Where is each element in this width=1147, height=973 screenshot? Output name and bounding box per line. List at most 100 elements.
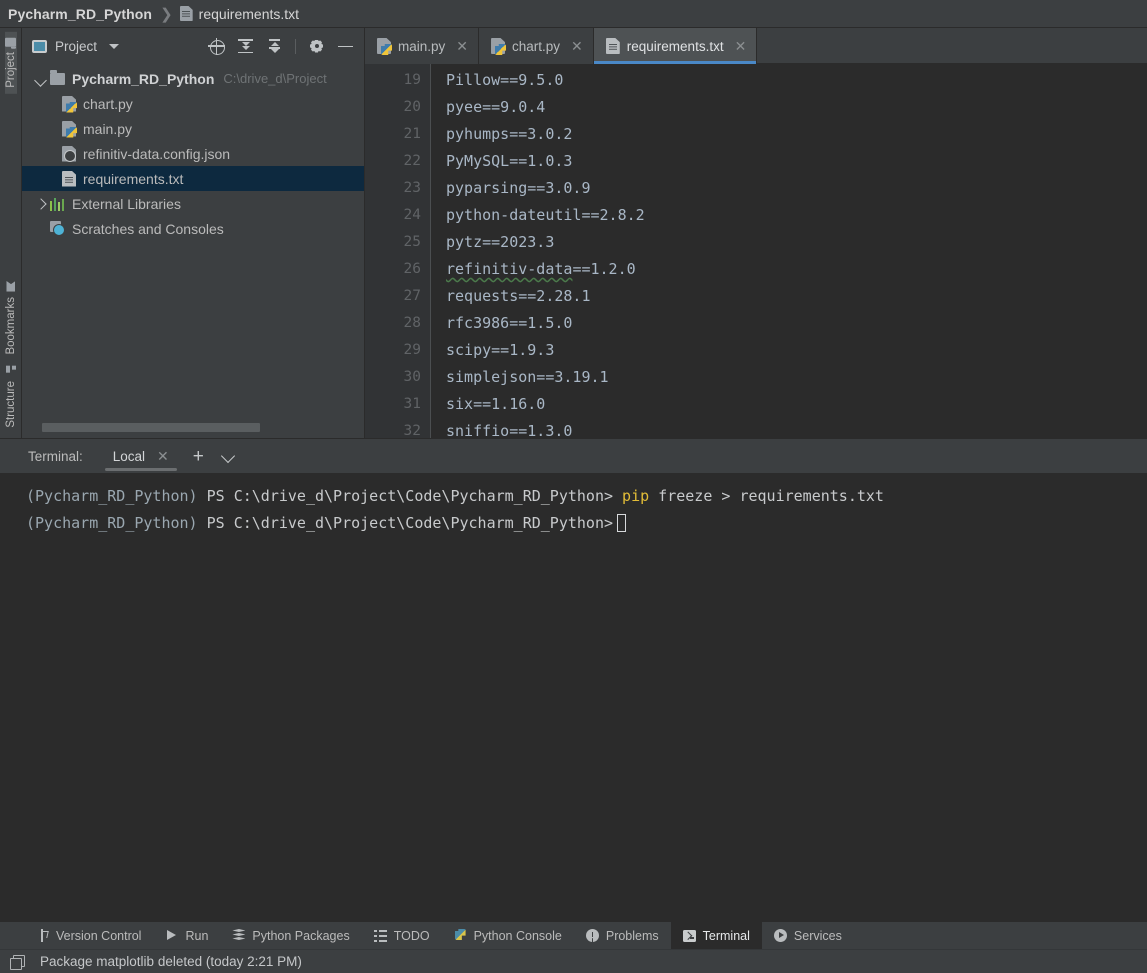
sidebar-item-structure[interactable]: Structure <box>5 360 17 434</box>
sidebar-item-bookmarks[interactable]: Bookmarks <box>5 275 17 361</box>
project-panel-header: Project <box>22 28 364 64</box>
tree-item-requirements-txt[interactable]: requirements.txt <box>22 166 364 191</box>
tool-button-run[interactable]: Run <box>153 922 220 949</box>
scrollbar-thumb[interactable] <box>42 423 260 432</box>
terminal-env: (Pycharm_RD_Python) <box>26 487 198 505</box>
target-icon[interactable] <box>208 38 225 55</box>
chevron-down-icon[interactable] <box>222 450 234 462</box>
plus-icon[interactable]: + <box>193 447 204 466</box>
minus-icon[interactable] <box>337 38 354 55</box>
python-file-icon <box>62 121 76 137</box>
terminal-cursor <box>617 514 626 532</box>
project-horizontal-scrollbar[interactable] <box>22 420 364 438</box>
terminal-space <box>225 487 234 505</box>
close-icon[interactable]: ✕ <box>456 39 468 53</box>
folder-icon <box>50 73 65 85</box>
code-line: Pillow==9.5.0 <box>446 67 1147 94</box>
line-number: 22 <box>365 148 421 175</box>
collapse-all-icon[interactable] <box>266 38 283 55</box>
tool-button-python-packages[interactable]: Python Packages <box>220 922 361 949</box>
code-line: scipy==1.9.3 <box>446 337 1147 364</box>
gear-icon[interactable] <box>308 38 325 55</box>
terminal-shell: PS <box>207 514 225 532</box>
breadcrumb-project[interactable]: Pycharm_RD_Python <box>8 6 152 22</box>
tool-button-todo[interactable]: TODO <box>362 922 442 949</box>
tab-label: main.py <box>398 39 445 54</box>
chevron-collapsed-icon[interactable] <box>34 197 48 211</box>
close-icon[interactable]: ✕ <box>571 39 583 53</box>
left-tool-stripe: Project Bookmarks Structure <box>0 28 22 438</box>
status-message: Package matplotlib deleted (today 2:21 P… <box>40 954 302 969</box>
toolbar-divider <box>295 39 296 54</box>
expand-all-icon[interactable] <box>237 38 254 55</box>
terminal-session-tab-local[interactable]: Local ✕ <box>103 439 179 473</box>
main-body: Project Bookmarks Structure Project <box>0 28 1147 438</box>
tree-item-external-libraries[interactable]: External Libraries <box>22 191 364 216</box>
tool-window-bar: Version Control Run Python Packages TODO… <box>0 921 1147 949</box>
line-number: 32 <box>365 418 421 438</box>
tool-button-terminal[interactable]: Terminal <box>671 922 762 949</box>
project-panel-title: Project <box>55 39 97 54</box>
python-file-icon <box>377 38 391 54</box>
chevron-down-icon[interactable] <box>109 44 119 49</box>
tab-main-py[interactable]: main.py ✕ <box>365 28 479 64</box>
tool-button-problems[interactable]: Problems <box>574 922 671 949</box>
terminal-space <box>198 487 207 505</box>
tool-button-label: Run <box>185 929 208 943</box>
packages-icon <box>232 929 245 942</box>
scratches-icon <box>50 221 65 236</box>
code-line-warning: refinitiv-data==1.2.0 <box>446 256 1147 283</box>
tool-button-services[interactable]: Services <box>762 922 854 949</box>
structure-icon <box>6 366 16 376</box>
tree-item-path-hint: C:\drive_d\Project <box>223 71 326 86</box>
library-icon <box>50 197 65 211</box>
code-line: PyMySQL==1.0.3 <box>446 148 1147 175</box>
text-file-icon <box>180 6 193 21</box>
line-number: 25 <box>365 229 421 256</box>
tree-item-label: requirements.txt <box>83 171 183 187</box>
terminal-header: Terminal: Local ✕ + <box>0 439 1147 473</box>
play-icon <box>165 929 178 942</box>
chevron-expanded-icon[interactable] <box>34 72 48 86</box>
breadcrumb-file[interactable]: requirements.txt <box>199 6 299 22</box>
tool-button-version-control[interactable]: Version Control <box>24 922 153 949</box>
tool-button-python-console[interactable]: Python Console <box>442 922 574 949</box>
text-file-icon <box>62 171 76 187</box>
tab-label: requirements.txt <box>627 39 724 54</box>
tab-requirements-txt[interactable]: requirements.txt ✕ <box>594 28 758 64</box>
services-icon <box>774 929 787 942</box>
tree-item-project-root[interactable]: Pycharm_RD_Python C:\drive_d\Project <box>22 66 364 91</box>
tree-item-main-py[interactable]: main.py <box>22 116 364 141</box>
tree-item-label: refinitiv-data.config.json <box>83 146 230 162</box>
python-file-icon <box>62 96 76 112</box>
terminal-line: (Pycharm_RD_Python) PS C:\drive_d\Projec… <box>26 510 1147 537</box>
project-folder-icon <box>5 38 16 47</box>
tree-item-refinitiv-config-json[interactable]: refinitiv-data.config.json <box>22 141 364 166</box>
code-line: rfc3986==1.5.0 <box>446 310 1147 337</box>
code-line: six==1.16.0 <box>446 391 1147 418</box>
terminal-path: C:\drive_d\Project\Code\Pycharm_RD_Pytho… <box>234 514 613 532</box>
terminal-env: (Pycharm_RD_Python) <box>26 514 198 532</box>
code-line: pyee==9.0.4 <box>446 94 1147 121</box>
project-tool-window: Project <box>22 28 365 438</box>
code-warning-span: refinitiv-data <box>446 260 572 278</box>
sidebar-item-project[interactable]: Project <box>5 32 17 94</box>
code-content[interactable]: Pillow==9.5.0 pyee==9.0.4 pyhumps==3.0.2… <box>431 64 1147 438</box>
line-number: 26 <box>365 256 421 283</box>
terminal-command-keyword: pip <box>622 487 649 505</box>
tree-item-chart-py[interactable]: chart.py <box>22 91 364 116</box>
python-icon <box>454 929 467 942</box>
project-tab-label: Project <box>5 52 17 88</box>
structure-tab-label: Structure <box>5 381 17 428</box>
tab-chart-py[interactable]: chart.py ✕ <box>479 28 594 64</box>
tool-button-label: Terminal <box>703 929 750 943</box>
terminal-output[interactable]: (Pycharm_RD_Python) PS C:\drive_d\Projec… <box>0 473 1147 921</box>
tree-item-scratches-and-consoles[interactable]: Scratches and Consoles <box>22 216 364 241</box>
terminal-tool-window: Terminal: Local ✕ + (Pycharm_RD_Python) … <box>0 438 1147 921</box>
project-tree[interactable]: Pycharm_RD_Python C:\drive_d\Project cha… <box>22 64 364 420</box>
close-icon[interactable]: ✕ <box>735 39 747 53</box>
close-icon[interactable]: ✕ <box>157 449 169 463</box>
pycharm-window: Pycharm_RD_Python ❯ requirements.txt Pro… <box>0 0 1147 973</box>
code-editor[interactable]: 19 20 21 22 23 24 25 26 27 28 29 30 31 3… <box>365 64 1147 438</box>
tree-item-label: Scratches and Consoles <box>72 221 224 237</box>
